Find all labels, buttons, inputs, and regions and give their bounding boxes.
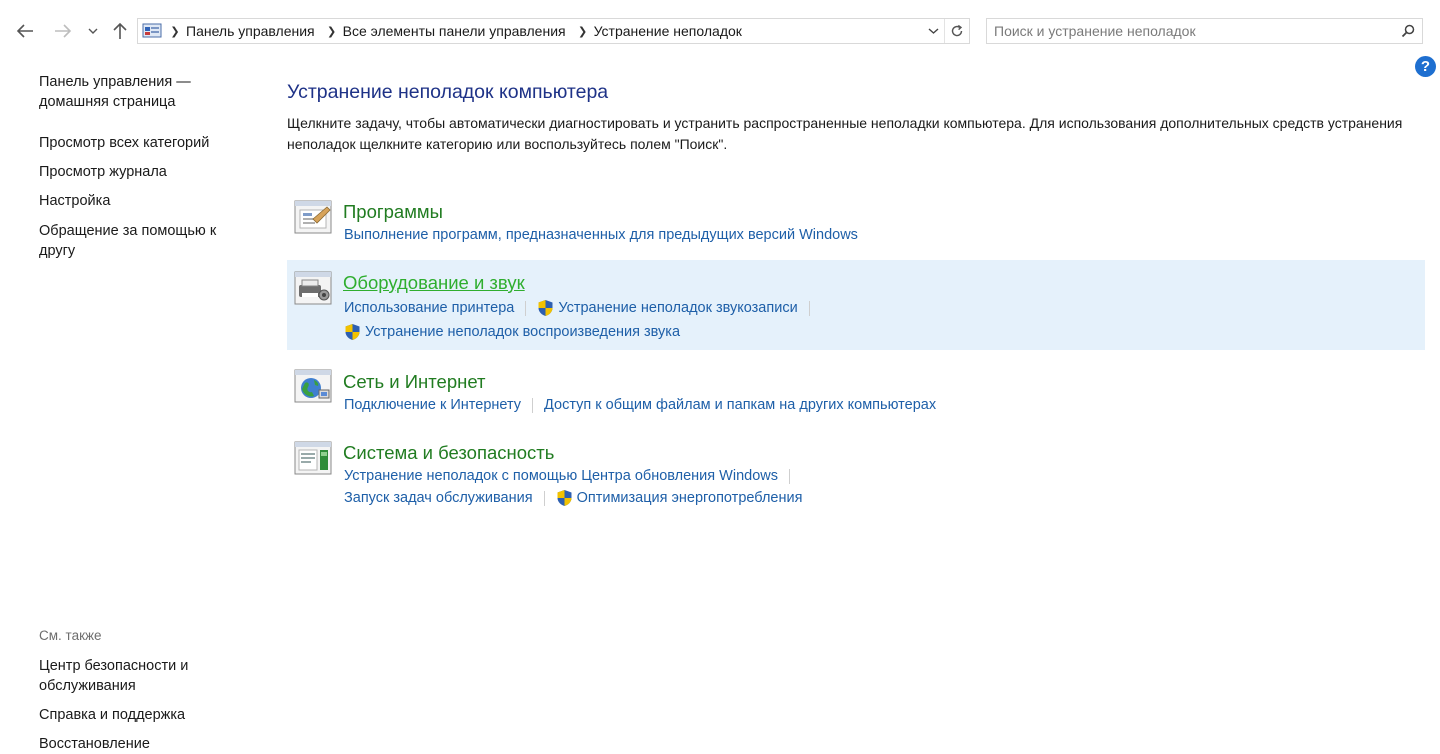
help-icon[interactable]: ?: [1415, 56, 1436, 77]
system-security-icon: [294, 441, 332, 475]
run-legacy-programs-link[interactable]: Выполнение программ, предназначенных для…: [344, 227, 858, 243]
breadcrumb-separator-icon: ❯: [577, 25, 588, 38]
settings-link[interactable]: Настройка: [39, 191, 239, 211]
hardware-sound-icon: [294, 271, 332, 305]
view-all-categories-link[interactable]: Просмотр всех категорий: [39, 133, 239, 153]
category-network-internet-title[interactable]: Сеть и Интернет: [343, 371, 485, 393]
breadcrumb-separator-icon: ❯: [170, 25, 180, 38]
navigation-bar: ❯ Панель управления ❯ Все элементы панел…: [0, 0, 1440, 62]
category-hardware-sound-title[interactable]: Оборудование и звук: [343, 272, 525, 294]
page-title: Устранение неполадок компьютера: [287, 81, 609, 103]
troubleshoot-audio-playback-link[interactable]: Устранение неполадок воспроизведения зву…: [344, 323, 680, 341]
control-panel-home-link[interactable]: Панель управления — домашняя страница: [39, 72, 239, 112]
category-programs-title[interactable]: Программы: [343, 201, 443, 223]
up-button[interactable]: [107, 18, 133, 44]
use-printer-link[interactable]: Использование принтера: [344, 300, 514, 316]
search-input[interactable]: [987, 20, 1394, 42]
uac-shield-icon: [345, 324, 360, 340]
breadcrumb-control-panel[interactable]: Панель управления: [186, 23, 321, 39]
category-hardware-sound-links-row1: Использование принтера Устранение непола…: [344, 299, 821, 317]
link-label: Доступ к общим файлам и папкам на других…: [544, 397, 937, 413]
search-icon: [1401, 24, 1415, 38]
shared-folders-link[interactable]: Доступ к общим файлам и папкам на других…: [544, 397, 936, 413]
category-system-security: Система и безопасность Устранение непола…: [287, 434, 1425, 514]
link-separator: [525, 300, 527, 316]
link-separator: [808, 300, 810, 316]
refresh-button[interactable]: [944, 19, 969, 43]
page-description: Щелкните задачу, чтобы автоматически диа…: [287, 115, 1403, 152]
up-arrow-icon: [113, 22, 127, 39]
see-also-heading: См. также: [39, 628, 102, 643]
category-hardware-sound-links-row2: Устранение неполадок воспроизведения зву…: [344, 323, 680, 341]
link-label: Оптимизация энергопотребления: [576, 490, 803, 506]
recent-locations-button[interactable]: [82, 18, 104, 44]
chevron-down-icon: [88, 28, 98, 34]
control-panel-icon: [140, 19, 164, 43]
forward-arrow-icon: [55, 24, 72, 38]
category-system-security-title[interactable]: Система и безопасность: [343, 442, 554, 464]
run-maintenance-tasks-link[interactable]: Запуск задач обслуживания: [344, 490, 533, 506]
link-label: Устранение неполадок с помощью Центра об…: [344, 468, 778, 484]
category-hardware-sound: Оборудование и звук Использование принте…: [287, 260, 1425, 350]
network-internet-icon: [294, 369, 332, 403]
get-help-from-friend-link[interactable]: Обращение за помощью к другу: [39, 221, 239, 261]
category-programs: Программы Выполнение программ, предназна…: [287, 190, 1425, 252]
breadcrumb-troubleshooting[interactable]: Устранение неполадок: [594, 23, 748, 39]
refresh-icon: [951, 24, 963, 37]
breadcrumb-all-items[interactable]: Все элементы панели управления: [343, 23, 572, 39]
category-network-internet: Сеть и Интернет Подключение к Интернету …: [287, 362, 1425, 424]
search-box[interactable]: [986, 18, 1423, 44]
link-label: Запуск задач обслуживания: [344, 490, 533, 506]
windows-update-troubleshoot-link[interactable]: Устранение неполадок с помощью Центра об…: [344, 468, 778, 484]
power-optimization-link[interactable]: Оптимизация энергопотребления: [556, 489, 803, 507]
link-separator: [788, 468, 790, 484]
link-label: Устранение неполадок воспроизведения зву…: [365, 324, 681, 340]
category-network-internet-links: Подключение к Интернету Доступ к общим ф…: [344, 397, 936, 413]
uac-shield-icon: [557, 490, 572, 506]
link-label: Выполнение программ, предназначенных для…: [344, 227, 858, 243]
back-arrow-icon: [16, 24, 33, 38]
breadcrumb-separator-icon: ❯: [327, 25, 337, 38]
category-system-security-links-row2: Запуск задач обслуживания Оптимизация эн…: [344, 489, 802, 507]
search-button[interactable]: [1394, 19, 1422, 43]
view-history-link[interactable]: Просмотр журнала: [39, 162, 239, 182]
internet-connection-link[interactable]: Подключение к Интернету: [344, 397, 521, 413]
help-support-link[interactable]: Справка и поддержка: [39, 705, 239, 725]
uac-shield-icon: [538, 300, 553, 316]
security-maintenance-link[interactable]: Центр безопасности и обслуживания: [39, 656, 239, 696]
link-label: Использование принтера: [344, 300, 515, 316]
category-system-security-links-row1: Устранение неполадок с помощью Центра об…: [344, 468, 801, 484]
chevron-down-icon: [928, 28, 938, 34]
forward-button[interactable]: [50, 18, 76, 44]
link-label: Подключение к Интернету: [344, 397, 522, 413]
back-button[interactable]: [12, 18, 38, 44]
address-history-dropdown[interactable]: [922, 19, 944, 43]
recovery-link[interactable]: Восстановление: [39, 734, 239, 754]
category-programs-links: Выполнение программ, предназначенных для…: [344, 227, 858, 243]
programs-icon: [294, 200, 332, 234]
address-bar[interactable]: ❯ Панель управления ❯ Все элементы панел…: [137, 18, 970, 44]
troubleshoot-recording-link[interactable]: Устранение неполадок звукозаписи: [537, 299, 798, 317]
link-label: Устранение неполадок звукозаписи: [558, 300, 798, 316]
link-separator: [543, 490, 545, 506]
link-separator: [532, 397, 534, 413]
